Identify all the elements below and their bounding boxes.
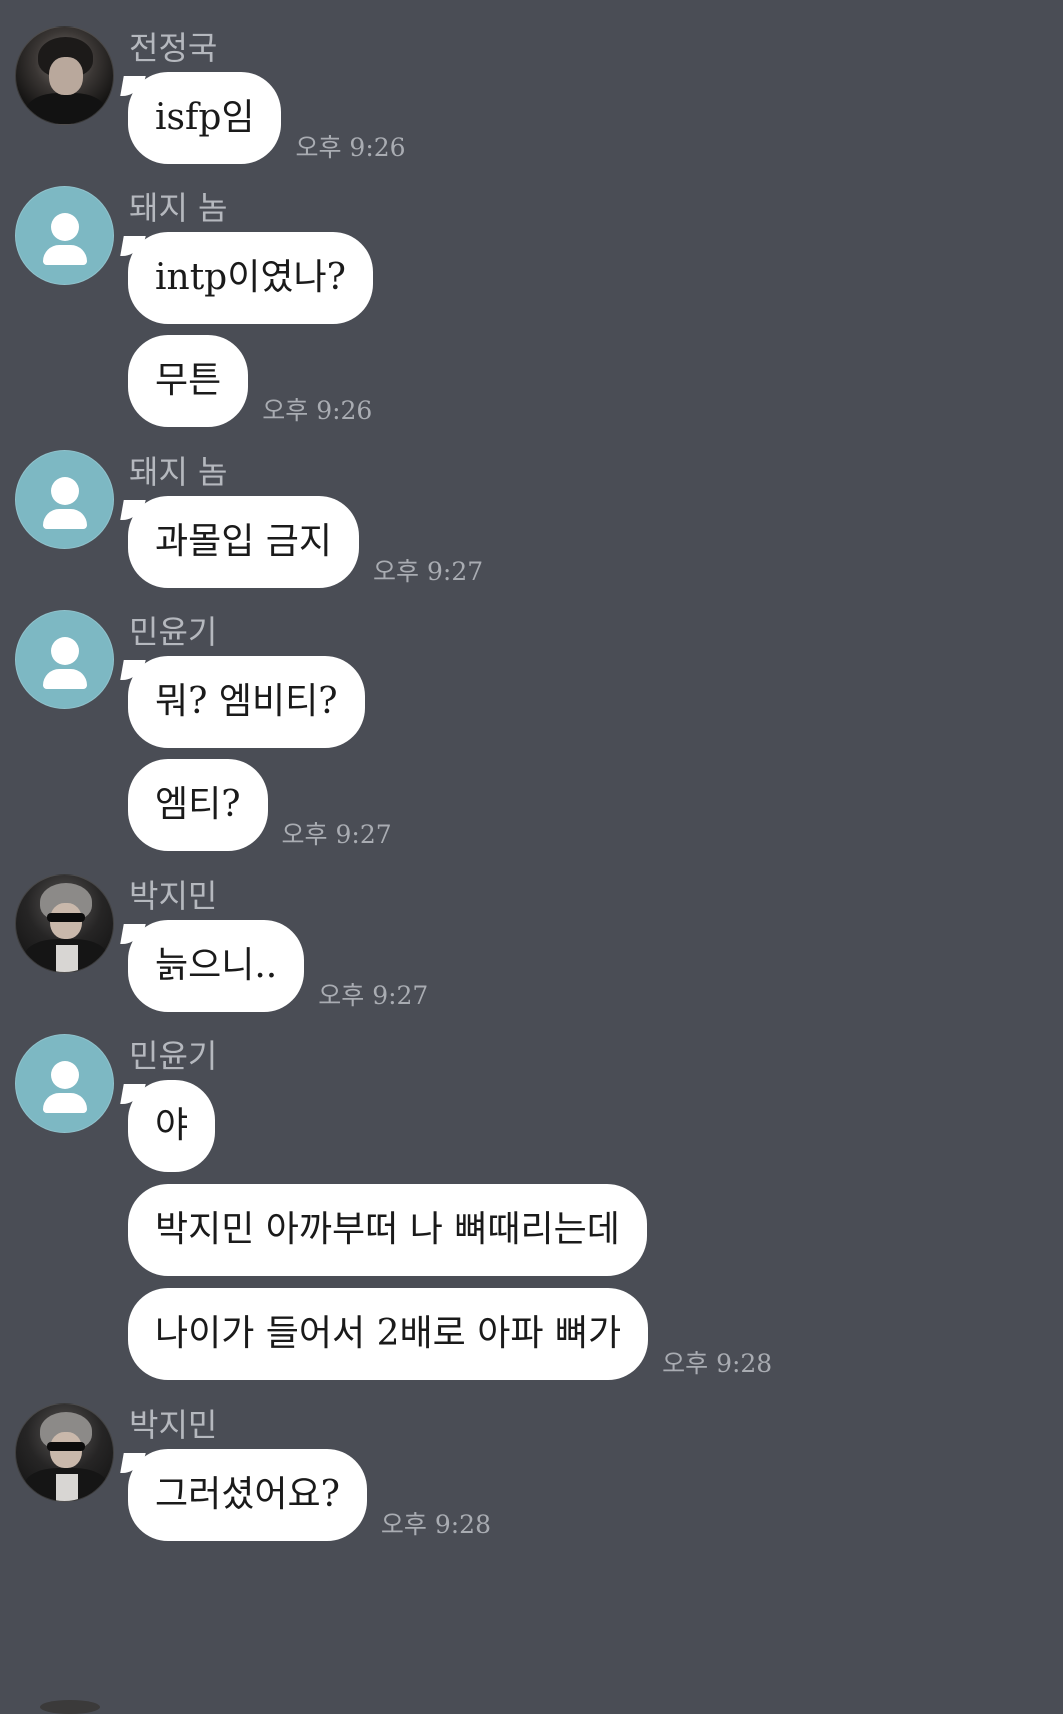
message-row: 나이가 들어서 2배로 아파 뼈가오후 9:28	[128, 1288, 772, 1380]
sender-name: 박지민	[129, 1406, 218, 1444]
message-bubble[interactable]: 그러셨어요?	[128, 1449, 367, 1541]
profile-photo-avatar[interactable]	[15, 874, 114, 973]
avatar-photo-part	[56, 945, 78, 972]
message-row: 늙으니.. 오후 9:27	[128, 920, 428, 1012]
message-timestamp: 오후 9:27	[318, 981, 429, 1010]
person-icon-head	[51, 1061, 79, 1089]
message-row: isfp임오후 9:26	[128, 72, 406, 164]
default-profile-avatar[interactable]	[15, 450, 114, 549]
default-profile-avatar[interactable]	[15, 1034, 114, 1133]
sender-name: 돼지 놈	[129, 189, 228, 227]
message-bubble[interactable]: 무튼	[128, 335, 249, 427]
message-row: 그러셨어요? 오후 9:28	[128, 1449, 491, 1541]
default-profile-avatar[interactable]	[15, 610, 114, 709]
message-row: 뭐? 엠비티?	[128, 656, 365, 748]
message-bubble[interactable]: intp이였나?	[128, 232, 373, 324]
message-timestamp: 오후 9:26	[295, 133, 406, 162]
sender-name: 전정국	[129, 29, 218, 67]
message-bubble[interactable]: isfp임	[128, 72, 282, 164]
message-bubble[interactable]: 엠티?	[128, 759, 268, 851]
avatar-photo-part	[49, 57, 83, 95]
sender-name: 박지민	[129, 877, 218, 915]
message-row: 무튼오후 9:26	[128, 335, 372, 427]
person-icon-body	[43, 509, 87, 529]
sender-name: 돼지 놈	[129, 453, 228, 491]
avatar-photo-part	[47, 913, 85, 922]
profile-photo-avatar[interactable]	[15, 1403, 114, 1502]
person-icon-body	[43, 1093, 87, 1113]
message-timestamp: 오후 9:27	[373, 557, 484, 586]
chat-message-list: 전정국 isfp임오후 9:26 돼지 놈 intp이였나? 무튼오후 9:26 돼지 놈…	[0, 0, 1063, 1707]
message-timestamp: 오후 9:26	[262, 396, 373, 425]
sender-name: 민윤기	[129, 1037, 218, 1075]
next-avatar-edge	[40, 1700, 100, 1714]
avatar-photo-part	[47, 1442, 85, 1451]
profile-photo-avatar[interactable]	[15, 26, 114, 125]
person-icon-head	[51, 477, 79, 505]
person-icon-head	[51, 637, 79, 665]
person-icon-body	[43, 245, 87, 265]
message-row: intp이였나?	[128, 232, 373, 324]
message-bubble[interactable]: 과몰입 금지	[128, 496, 360, 588]
default-profile-avatar[interactable]	[15, 186, 114, 285]
message-row: 엠티? 오후 9:27	[128, 759, 392, 851]
avatar-photo-part	[26, 93, 106, 124]
person-icon-body	[43, 669, 87, 689]
message-bubble[interactable]: 뭐? 엠비티?	[128, 656, 365, 748]
person-icon-head	[51, 213, 79, 241]
message-timestamp: 오후 9:28	[662, 1349, 773, 1378]
message-row: 야	[128, 1080, 216, 1172]
message-timestamp: 오후 9:28	[380, 1510, 491, 1539]
message-bubble[interactable]: 박지민 아까부떠 나 뼈때리는데	[128, 1184, 647, 1276]
message-bubble[interactable]: 늙으니..	[128, 920, 305, 1012]
avatar-photo-part	[56, 1474, 78, 1501]
message-timestamp: 오후 9:27	[281, 820, 392, 849]
message-bubble[interactable]: 나이가 들어서 2배로 아파 뼈가	[128, 1288, 649, 1380]
message-bubble[interactable]: 야	[128, 1080, 216, 1172]
message-row: 과몰입 금지오후 9:27	[128, 496, 483, 588]
sender-name: 민윤기	[129, 613, 218, 651]
message-row: 박지민 아까부떠 나 뼈때리는데	[128, 1184, 647, 1276]
